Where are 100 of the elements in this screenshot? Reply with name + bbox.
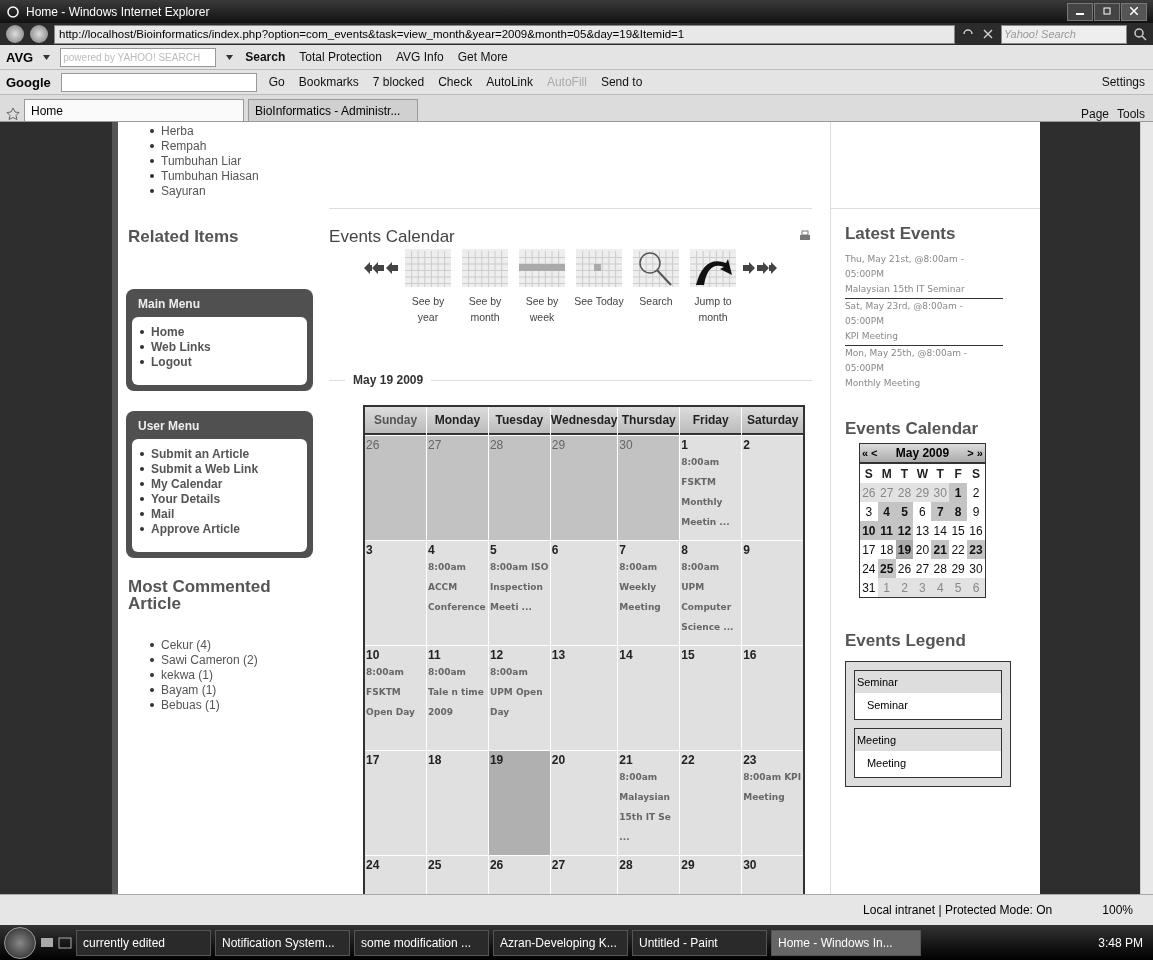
calendar-view-link[interactable]: See by month (458, 249, 512, 325)
article-link[interactable]: Bebuas (1) (161, 698, 220, 712)
article-link[interactable]: Cekur (4) (161, 638, 211, 652)
maximize-button[interactable] (1094, 2, 1120, 21)
event-link[interactable]: 8:00am KPI Meeting (743, 767, 803, 807)
toolbar-button[interactable]: AutoLink (484, 75, 535, 89)
taskbar-button[interactable]: currently edited (76, 929, 211, 956)
day-cell[interactable]: 15 (680, 646, 742, 750)
caret-icon[interactable] (226, 54, 234, 60)
taskbar-button[interactable]: Untitled - Paint (632, 929, 767, 956)
event-link[interactable]: 8:00am UPM Computer Science ... (681, 557, 741, 637)
toolbar-logo[interactable]: AVG (6, 49, 34, 65)
day-cell[interactable]: 5 8:00am ISO Inspection Meeti ... (488, 541, 550, 645)
day-cell[interactable]: 13 (550, 646, 618, 750)
taskbar-button[interactable]: some modification ... (354, 929, 489, 956)
event-link[interactable]: KPI Meeting (844, 329, 1003, 344)
menu-link[interactable]: Submit a Web Link (151, 462, 259, 476)
search-field[interactable]: Yahoo! Search (1001, 24, 1127, 44)
category-link[interactable]: Sayuran (161, 184, 206, 198)
menu-link[interactable]: Your Details (151, 492, 221, 506)
event-link[interactable]: 8:00am ISO Inspection Meeti ... (489, 557, 549, 617)
day-cell[interactable]: 2 (742, 436, 804, 540)
toolbar-search-field[interactable] (60, 72, 257, 92)
start-button[interactable] (4, 926, 36, 959)
category-link[interactable]: Herba (161, 124, 194, 138)
event-link[interactable]: Malaysian 15th IT Seminar (844, 282, 1003, 297)
close-icon[interactable] (1130, 7, 1138, 15)
nav-link[interactable]: » (976, 447, 983, 459)
toolbar-logo[interactable]: Google (6, 74, 51, 90)
menu-link[interactable]: Web Links (151, 340, 211, 354)
category-link[interactable]: Tumbuhan Hiasan (161, 169, 259, 183)
day-link[interactable]: 7 (931, 502, 950, 521)
calendar-view-link[interactable]: Jump to month (686, 249, 740, 325)
day-cell[interactable]: 4 8:00am ACCM Conference (427, 541, 488, 645)
day-cell[interactable]: 28 (618, 856, 680, 894)
menu-link[interactable]: Submit an Article (151, 447, 250, 461)
nav-link[interactable]: < (871, 447, 878, 459)
favorites-star-icon[interactable] (6, 107, 20, 121)
event-link[interactable]: 8:00am UPM Open Day (489, 662, 549, 722)
day-cell[interactable]: 20 (550, 751, 618, 855)
calendar-view-link[interactable]: See by year (401, 249, 455, 325)
toolbar-button[interactable]: Send to (598, 75, 645, 89)
article-link[interactable]: kekwa (1) (161, 668, 213, 682)
toolbar-button[interactable]: Get More (455, 50, 510, 64)
day-cell[interactable]: 29 (680, 856, 742, 894)
zoom-level[interactable]: 100% (1102, 903, 1133, 917)
event-link[interactable]: 8:00am Malaysian 15th IT Se ... (619, 767, 679, 847)
calendar-view-link[interactable]: See by week (515, 249, 569, 325)
event-link[interactable]: 8:00am FSKTM Open Day (366, 662, 425, 722)
toolbar-button[interactable]: Go (266, 75, 287, 89)
minimize-button[interactable] (1067, 2, 1093, 21)
scrollbar[interactable] (1140, 122, 1153, 894)
day-link[interactable]: 1 (949, 483, 968, 502)
toolbar-button[interactable]: AVG Info (393, 50, 446, 64)
day-cell[interactable]: 22 (680, 751, 742, 855)
close-button[interactable] (1121, 2, 1147, 21)
back-button[interactable] (6, 25, 24, 43)
legend-category[interactable]: Seminar (854, 671, 1001, 693)
day-cell[interactable]: 10 8:00am FSKTM Open Day (365, 646, 426, 750)
command-button[interactable]: Page (1078, 107, 1111, 121)
taskbar-button[interactable]: Home - Windows In... (771, 929, 921, 956)
day-link[interactable]: 21 (931, 540, 950, 559)
day-cell[interactable]: 8 8:00am UPM Computer Science ... (680, 541, 742, 645)
day-cell[interactable]: 30 (742, 856, 804, 894)
menu-link[interactable]: Home (151, 325, 185, 339)
event-link[interactable]: 8:00am ACCM Conference (428, 557, 487, 617)
caret-icon[interactable] (43, 54, 51, 60)
menu-link[interactable]: Logout (151, 355, 192, 369)
day-cell[interactable]: 9 (742, 541, 804, 645)
day-cell[interactable]: 17 (365, 751, 426, 855)
taskbar-button[interactable]: Notification System... (215, 929, 350, 956)
arrow-icon[interactable] (743, 261, 755, 275)
taskbar-button[interactable]: Azran-Developing K... (493, 929, 628, 956)
restore-icon[interactable] (1103, 7, 1111, 15)
event-link[interactable]: 8:00am Tale n time 2009 (428, 662, 487, 722)
desktop-icon[interactable] (40, 935, 54, 950)
event-link[interactable]: 8:00am FSKTM Monthly Meetin ... (681, 452, 741, 532)
day-cell[interactable]: 12 8:00am UPM Open Day (488, 646, 550, 750)
day-link[interactable]: 10 (859, 521, 878, 540)
day-cell[interactable]: 26 (488, 856, 550, 894)
double-arrow-icon[interactable] (364, 261, 384, 275)
day-link[interactable]: 23 (967, 540, 985, 559)
day-cell[interactable]: 24 (365, 856, 426, 894)
legend-category[interactable]: Meeting (854, 729, 1001, 751)
day-cell[interactable]: 23 8:00am KPI Meeting (742, 751, 804, 855)
toolbar-button[interactable]: Bookmarks (296, 75, 361, 89)
day-link[interactable]: 8 (949, 502, 968, 521)
address-field[interactable]: http://localhost/Bioinformatics/index.php?option=com_events&task=view_month&year=2009&month=05&day=19&Itemid=1 (54, 24, 955, 44)
toolbar-button[interactable]: Check (436, 75, 475, 89)
arrow-icon[interactable] (386, 261, 398, 275)
menu-link[interactable]: Approve Article (151, 522, 240, 536)
event-link[interactable]: Monthly Meeting (844, 376, 1003, 391)
forward-button[interactable] (30, 25, 48, 43)
toolbar-search-field[interactable]: powered by YAHOO! SEARCH (60, 47, 217, 67)
search-icon[interactable] (1133, 27, 1147, 41)
day-cell[interactable]: 25 (427, 856, 488, 894)
browser-tab[interactable]: BioInformatics - Administr... (248, 99, 418, 121)
category-link[interactable]: Rempah (161, 139, 207, 153)
article-link[interactable]: Sawi Cameron (2) (161, 653, 258, 667)
nav-link[interactable]: « (861, 447, 869, 459)
